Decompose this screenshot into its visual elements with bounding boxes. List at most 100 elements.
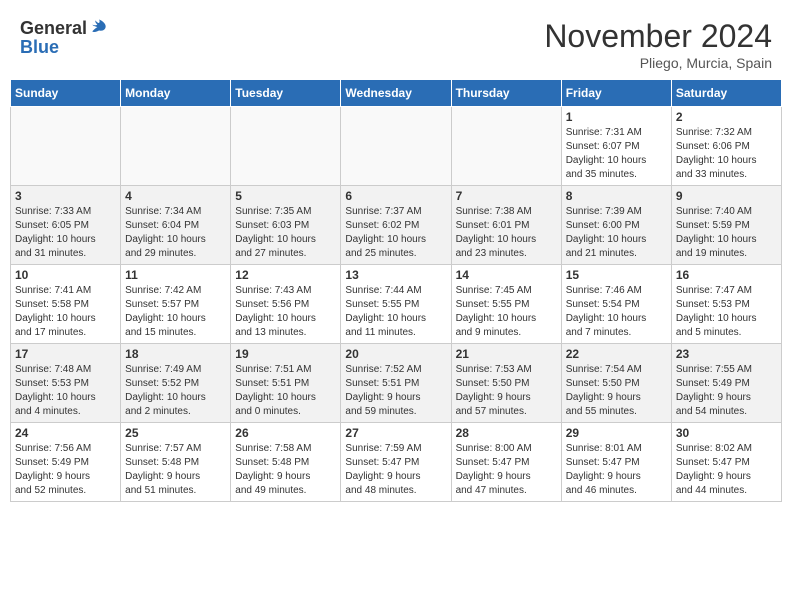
day-number: 22	[566, 347, 667, 361]
calendar-cell: 11 Sunrise: 7:42 AM Sunset: 5:57 PM Dayli…	[121, 265, 231, 344]
day-number: 15	[566, 268, 667, 282]
day-number: 9	[676, 189, 777, 203]
day-number: 30	[676, 426, 777, 440]
header-saturday: Saturday	[671, 80, 781, 107]
day-info: Sunrise: 7:51 AM Sunset: 5:51 PM Dayligh…	[235, 363, 336, 419]
calendar-cell: 12 Sunrise: 7:43 AM Sunset: 5:56 PM Dayli…	[231, 265, 341, 344]
header-tuesday: Tuesday	[231, 80, 341, 107]
calendar-cell: 10 Sunrise: 7:41 AM Sunset: 5:58 PM Dayli…	[11, 265, 121, 344]
calendar-cell: 21 Sunrise: 7:53 AM Sunset: 5:50 PM Dayli…	[451, 344, 561, 423]
day-info: Sunrise: 7:37 AM Sunset: 6:02 PM Dayligh…	[345, 205, 446, 261]
calendar-cell: 16 Sunrise: 7:47 AM Sunset: 5:53 PM Dayli…	[671, 265, 781, 344]
day-number: 26	[235, 426, 336, 440]
day-number: 5	[235, 189, 336, 203]
day-info: Sunrise: 7:45 AM Sunset: 5:55 PM Dayligh…	[456, 284, 557, 340]
header-thursday: Thursday	[451, 80, 561, 107]
calendar-cell: 2Sunrise: 7:32 AM Sunset: 6:06 PM Daylig…	[671, 107, 781, 186]
calendar-cell: 4Sunrise: 7:34 AM Sunset: 6:04 PM Daylig…	[121, 186, 231, 265]
day-number: 14	[456, 268, 557, 282]
calendar-cell	[341, 107, 451, 186]
day-number: 3	[15, 189, 116, 203]
day-number: 12	[235, 268, 336, 282]
day-info: Sunrise: 7:53 AM Sunset: 5:50 PM Dayligh…	[456, 363, 557, 419]
calendar-cell	[121, 107, 231, 186]
day-info: Sunrise: 8:00 AM Sunset: 5:47 PM Dayligh…	[456, 442, 557, 498]
day-info: Sunrise: 7:41 AM Sunset: 5:58 PM Dayligh…	[15, 284, 116, 340]
day-info: Sunrise: 7:32 AM Sunset: 6:06 PM Dayligh…	[676, 126, 777, 182]
day-info: Sunrise: 7:44 AM Sunset: 5:55 PM Dayligh…	[345, 284, 446, 340]
day-info: Sunrise: 7:33 AM Sunset: 6:05 PM Dayligh…	[15, 205, 116, 261]
day-info: Sunrise: 7:35 AM Sunset: 6:03 PM Dayligh…	[235, 205, 336, 261]
calendar-cell: 23 Sunrise: 7:55 AM Sunset: 5:49 PM Dayli…	[671, 344, 781, 423]
calendar-cell: 9 Sunrise: 7:40 AM Sunset: 5:59 PM Daylig…	[671, 186, 781, 265]
page-header: General Blue November 2024 Pliego, Murci…	[10, 10, 782, 75]
day-info: Sunrise: 7:56 AM Sunset: 5:49 PM Dayligh…	[15, 442, 116, 498]
day-info: Sunrise: 7:40 AM Sunset: 5:59 PM Dayligh…	[676, 205, 777, 261]
day-info: Sunrise: 7:57 AM Sunset: 5:48 PM Dayligh…	[125, 442, 226, 498]
day-number: 10	[15, 268, 116, 282]
day-info: Sunrise: 7:31 AM Sunset: 6:07 PM Dayligh…	[566, 126, 667, 182]
day-number: 16	[676, 268, 777, 282]
day-info: Sunrise: 7:52 AM Sunset: 5:51 PM Dayligh…	[345, 363, 446, 419]
day-number: 21	[456, 347, 557, 361]
calendar-cell: 7 Sunrise: 7:38 AM Sunset: 6:01 PM Daylig…	[451, 186, 561, 265]
day-number: 25	[125, 426, 226, 440]
day-number: 11	[125, 268, 226, 282]
day-info: Sunrise: 7:58 AM Sunset: 5:48 PM Dayligh…	[235, 442, 336, 498]
logo: General Blue	[20, 18, 109, 58]
day-info: Sunrise: 8:01 AM Sunset: 5:47 PM Dayligh…	[566, 442, 667, 498]
day-info: Sunrise: 7:49 AM Sunset: 5:52 PM Dayligh…	[125, 363, 226, 419]
day-number: 23	[676, 347, 777, 361]
calendar-row: 17 Sunrise: 7:48 AM Sunset: 5:53 PM Dayli…	[11, 344, 782, 423]
day-number: 1	[566, 110, 667, 124]
calendar-cell: 8 Sunrise: 7:39 AM Sunset: 6:00 PM Daylig…	[561, 186, 671, 265]
calendar-cell: 15 Sunrise: 7:46 AM Sunset: 5:54 PM Dayli…	[561, 265, 671, 344]
calendar-cell: 19Sunrise: 7:51 AM Sunset: 5:51 PM Dayli…	[231, 344, 341, 423]
day-number: 18	[125, 347, 226, 361]
day-info: Sunrise: 7:38 AM Sunset: 6:01 PM Dayligh…	[456, 205, 557, 261]
calendar-cell: 17 Sunrise: 7:48 AM Sunset: 5:53 PM Dayli…	[11, 344, 121, 423]
day-number: 20	[345, 347, 446, 361]
day-number: 28	[456, 426, 557, 440]
day-number: 27	[345, 426, 446, 440]
day-number: 24	[15, 426, 116, 440]
day-info: Sunrise: 7:42 AM Sunset: 5:57 PM Dayligh…	[125, 284, 226, 340]
calendar-row: 24 Sunrise: 7:56 AM Sunset: 5:49 PM Dayli…	[11, 423, 782, 502]
day-number: 6	[345, 189, 446, 203]
day-info: Sunrise: 7:34 AM Sunset: 6:04 PM Dayligh…	[125, 205, 226, 261]
header-sunday: Sunday	[11, 80, 121, 107]
calendar-cell: 22 Sunrise: 7:54 AM Sunset: 5:50 PM Dayli…	[561, 344, 671, 423]
calendar-row: 1 Sunrise: 7:31 AM Sunset: 6:07 PM Daylig…	[11, 107, 782, 186]
day-number: 8	[566, 189, 667, 203]
calendar-table: SundayMondayTuesdayWednesdayThursdayFrid…	[10, 79, 782, 502]
calendar-cell: 24 Sunrise: 7:56 AM Sunset: 5:49 PM Dayli…	[11, 423, 121, 502]
calendar-row: 10 Sunrise: 7:41 AM Sunset: 5:58 PM Dayli…	[11, 265, 782, 344]
weekday-header-row: SundayMondayTuesdayWednesdayThursdayFrid…	[11, 80, 782, 107]
calendar-cell: 3 Sunrise: 7:33 AM Sunset: 6:05 PM Daylig…	[11, 186, 121, 265]
day-info: Sunrise: 7:43 AM Sunset: 5:56 PM Dayligh…	[235, 284, 336, 340]
day-info: Sunrise: 7:47 AM Sunset: 5:53 PM Dayligh…	[676, 284, 777, 340]
day-info: Sunrise: 7:48 AM Sunset: 5:53 PM Dayligh…	[15, 363, 116, 419]
calendar-cell: 6 Sunrise: 7:37 AM Sunset: 6:02 PM Daylig…	[341, 186, 451, 265]
day-info: Sunrise: 7:55 AM Sunset: 5:49 PM Dayligh…	[676, 363, 777, 419]
day-number: 17	[15, 347, 116, 361]
calendar-cell: 14 Sunrise: 7:45 AM Sunset: 5:55 PM Dayli…	[451, 265, 561, 344]
header-monday: Monday	[121, 80, 231, 107]
header-wednesday: Wednesday	[341, 80, 451, 107]
title-area: November 2024 Pliego, Murcia, Spain	[544, 18, 772, 71]
day-info: Sunrise: 7:46 AM Sunset: 5:54 PM Dayligh…	[566, 284, 667, 340]
calendar-cell: 29 Sunrise: 8:01 AM Sunset: 5:47 PM Dayli…	[561, 423, 671, 502]
calendar-cell: 30 Sunrise: 8:02 AM Sunset: 5:47 PM Dayli…	[671, 423, 781, 502]
day-info: Sunrise: 7:59 AM Sunset: 5:47 PM Dayligh…	[345, 442, 446, 498]
calendar-cell: 25 Sunrise: 7:57 AM Sunset: 5:48 PM Dayli…	[121, 423, 231, 502]
logo-bird-icon	[89, 18, 109, 38]
day-info: Sunrise: 8:02 AM Sunset: 5:47 PM Dayligh…	[676, 442, 777, 498]
calendar-cell: 27 Sunrise: 7:59 AM Sunset: 5:47 PM Dayli…	[341, 423, 451, 502]
header-friday: Friday	[561, 80, 671, 107]
day-info: Sunrise: 7:39 AM Sunset: 6:00 PM Dayligh…	[566, 205, 667, 261]
calendar-cell	[231, 107, 341, 186]
day-number: 7	[456, 189, 557, 203]
day-number: 29	[566, 426, 667, 440]
day-info: Sunrise: 7:54 AM Sunset: 5:50 PM Dayligh…	[566, 363, 667, 419]
location: Pliego, Murcia, Spain	[544, 55, 772, 71]
